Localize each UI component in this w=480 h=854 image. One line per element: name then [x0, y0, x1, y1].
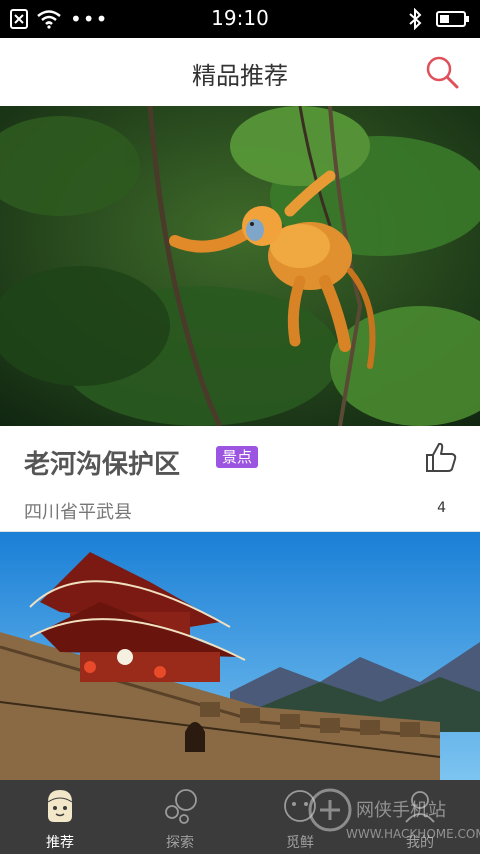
app-header: 精品推荐 — [0, 38, 480, 107]
card-photo[interactable] — [0, 106, 480, 426]
card-title[interactable]: 老河沟保护区 — [24, 444, 180, 481]
tab-explore[interactable]: 探索 — [120, 780, 240, 854]
watermark-logo: 网侠手机站 WWW.HACKHOME.COM — [308, 788, 480, 841]
category-tag: 景点 — [216, 446, 259, 468]
card-info: 老河沟保护区 景点 四川省平武县 4 — [0, 426, 480, 532]
recommendation-card[interactable] — [0, 532, 480, 780]
svg-text:网侠手机站: 网侠手机站 — [356, 800, 446, 821]
card-photo[interactable] — [0, 532, 480, 780]
bluetooth-icon — [409, 8, 422, 30]
battery-icon — [436, 11, 469, 27]
svg-text:WWW.HACKHOME.COM: WWW.HACKHOME.COM — [346, 827, 480, 841]
recommend-icon — [47, 790, 73, 822]
page-title: 精品推荐 — [192, 62, 288, 90]
tab-recommend[interactable]: 推荐 — [0, 780, 120, 854]
search-icon[interactable] — [424, 54, 460, 90]
thumbs-up-icon[interactable] — [424, 440, 458, 474]
location-text: 四川省平武县 — [24, 502, 132, 523]
status-right — [408, 8, 470, 30]
tab-label: 推荐 — [46, 835, 74, 851]
explore-icon — [165, 789, 197, 824]
like-count: 4 — [437, 500, 446, 516]
recommendation-card[interactable]: 老河沟保护区 景点 四川省平武县 4 — [0, 106, 480, 532]
monkey-photo — [0, 106, 480, 426]
city-wall-photo — [0, 532, 480, 780]
status-bar: ••• 19:10 — [0, 0, 480, 38]
tab-label: 探索 — [166, 835, 194, 851]
